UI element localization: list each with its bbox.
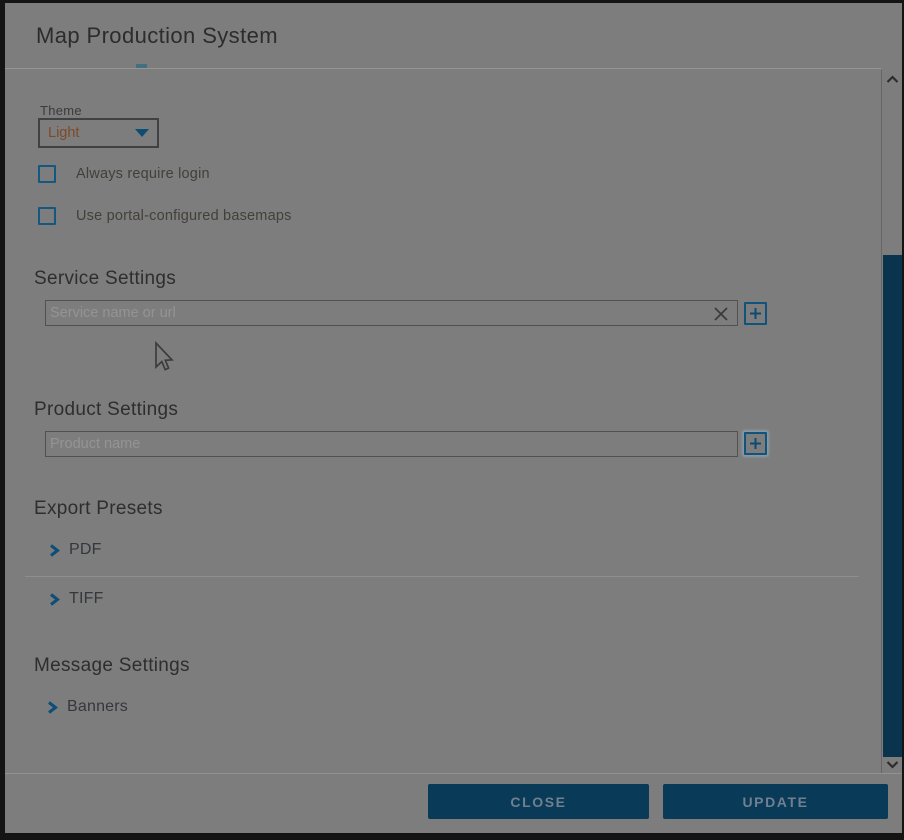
checkbox-icon[interactable]	[38, 207, 56, 225]
banners-label: Banners	[67, 698, 128, 716]
message-settings-heading: Message Settings	[34, 655, 190, 677]
checkbox-label: Always require login	[76, 166, 210, 182]
header-divider	[5, 68, 881, 69]
checkbox-icon[interactable]	[38, 165, 56, 183]
plus-icon	[749, 437, 762, 450]
chevron-right-icon	[49, 592, 60, 607]
export-preset-tiff-row[interactable]: TIFF	[49, 590, 104, 608]
product-name-input[interactable]	[45, 431, 738, 457]
theme-dropdown-value: Light	[48, 125, 135, 141]
window-border-left	[0, 0, 5, 840]
window-border-bottom	[0, 833, 904, 840]
mouse-cursor-icon	[152, 341, 174, 375]
always-require-login-row[interactable]: Always require login	[38, 165, 210, 183]
dialog-title: Map Production System	[36, 23, 278, 49]
scroll-up-icon[interactable]	[884, 73, 901, 86]
add-product-button[interactable]	[744, 432, 767, 455]
product-settings-heading: Product Settings	[34, 399, 178, 421]
scrollbar-track-border	[881, 70, 882, 773]
theme-label: Theme	[40, 103, 82, 118]
clipped-content-fragment	[136, 64, 147, 68]
service-settings-heading: Service Settings	[34, 268, 176, 290]
checkbox-label: Use portal-configured basemaps	[76, 208, 292, 224]
scroll-down-icon[interactable]	[884, 758, 901, 771]
export-presets-heading: Export Presets	[34, 498, 163, 520]
clear-icon[interactable]	[712, 305, 730, 323]
footer-divider	[5, 773, 902, 774]
update-button[interactable]: UPDATE	[663, 784, 888, 819]
window-border-top	[0, 0, 904, 3]
plus-icon	[749, 307, 762, 320]
chevron-right-icon	[47, 700, 58, 715]
scrollbar-thumb[interactable]	[883, 255, 902, 757]
export-preset-label: PDF	[69, 541, 102, 559]
export-preset-pdf-row[interactable]: PDF	[49, 541, 102, 559]
banners-row[interactable]: Banners	[47, 698, 128, 716]
preset-row-divider	[25, 576, 859, 577]
chevron-down-icon	[135, 129, 149, 137]
theme-dropdown[interactable]: Light	[38, 118, 159, 148]
export-preset-label: TIFF	[69, 590, 104, 608]
service-name-input[interactable]	[45, 300, 738, 326]
close-button[interactable]: CLOSE	[428, 784, 649, 819]
add-service-button[interactable]	[744, 302, 767, 325]
chevron-right-icon	[49, 543, 60, 558]
portal-basemaps-row[interactable]: Use portal-configured basemaps	[38, 207, 292, 225]
settings-dialog: Map Production System Theme Light Always…	[0, 0, 904, 840]
